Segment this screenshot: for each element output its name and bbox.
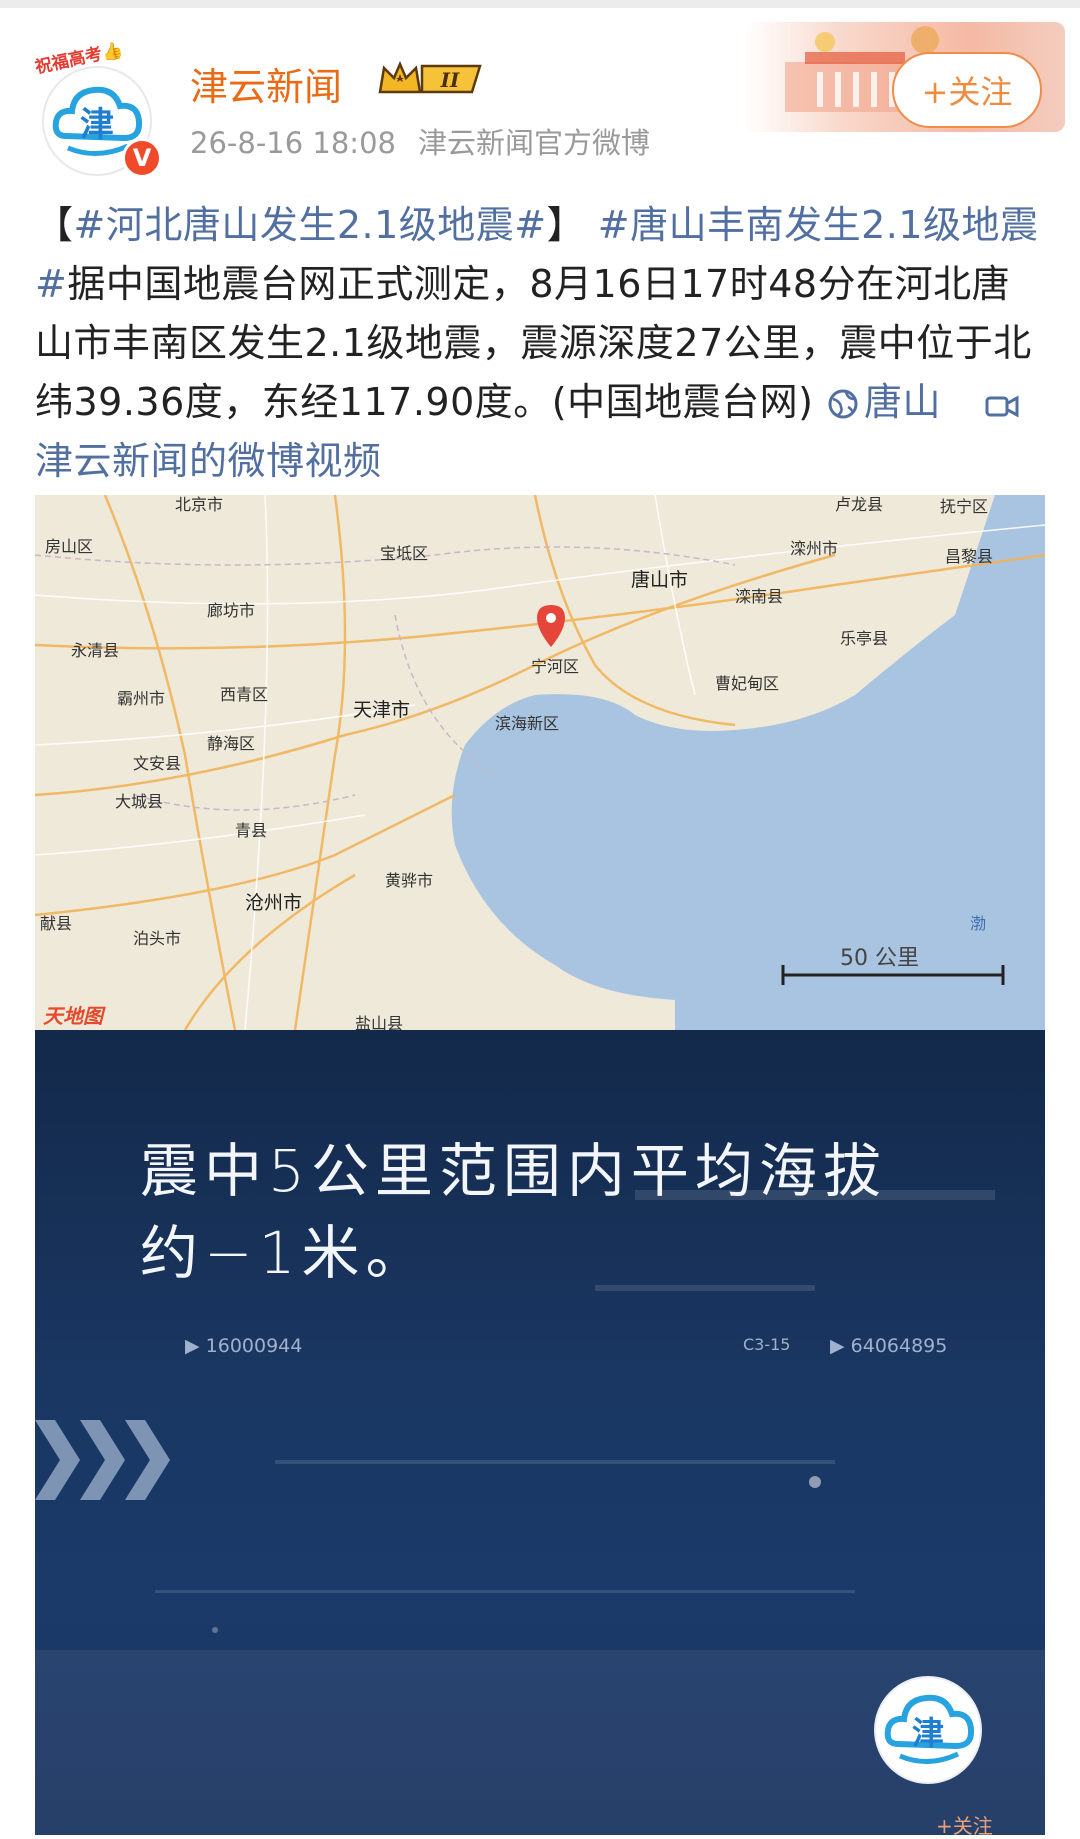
location-link[interactable]: 唐山 <box>826 380 941 424</box>
map-label: 宁河区 <box>531 657 580 676</box>
map-label: 盐山县 <box>355 1014 404 1030</box>
post-meta: 26-8-16 18:08 津云新闻官方微博 <box>190 120 672 162</box>
post-timestamp: 26-8-16 18:08 <box>190 126 396 160</box>
map-label: 滦州市 <box>790 539 839 558</box>
map-label: 滨海新区 <box>495 714 560 733</box>
map-label: 房山区 <box>45 537 94 556</box>
map-label: 北京市 <box>175 495 224 514</box>
map-label: 唐山市 <box>631 569 689 591</box>
video-code-mid: C3-15 <box>743 1335 791 1354</box>
level-label: II <box>440 68 460 92</box>
status-strip <box>0 0 1080 8</box>
video-caption: 震中5公里范围内平均海拔约−1米。 <box>140 1137 887 1287</box>
post-source[interactable]: 津云新闻官方微博 <box>418 126 650 160</box>
video-code-right: ▶ 64064895 <box>830 1335 948 1357</box>
chevron-right-icon <box>35 1420 170 1500</box>
scale-label: 50 公里 <box>840 946 919 971</box>
map-label: 文安县 <box>133 754 182 773</box>
map-label: 曹妃甸区 <box>715 674 780 693</box>
map-label: 献县 <box>40 914 73 933</box>
map-label: 大城县 <box>115 792 164 811</box>
map-label: 卢龙县 <box>835 495 884 514</box>
svg-text:津: 津 <box>912 1714 944 1752</box>
follow-button[interactable]: +关注 <box>892 52 1042 128</box>
map-label: 永清县 <box>71 641 120 660</box>
map-label: 沧州市 <box>245 892 303 914</box>
bracket-open: 【 <box>35 203 74 247</box>
map-label: 宝坻区 <box>380 544 429 563</box>
map-label: 乐亭县 <box>840 629 889 648</box>
cloud-logo-icon: 津 <box>884 1694 975 1764</box>
map-image[interactable]: 北京市 卢龙县 抚宁区 房山区 宝坻区 滦州市 昌黎县 唐山市 廊坊市 滦南县 … <box>35 495 1045 1030</box>
location-label: 唐山 <box>864 380 942 424</box>
topic-link-1[interactable]: #河北唐山发生2.1级地震# <box>74 203 547 247</box>
map-label: 霸州市 <box>117 689 166 708</box>
map-label: 黄骅市 <box>385 871 434 890</box>
account-name[interactable]: 津云新闻 <box>190 56 342 111</box>
location-globe-icon <box>828 389 858 419</box>
bracket-close: 】 <box>546 203 586 247</box>
map-label: 西青区 <box>220 685 269 704</box>
video-code-left: ▶ 16000944 <box>185 1335 303 1357</box>
video-camera-icon <box>985 395 1019 418</box>
map-label: 抚宁区 <box>940 497 989 516</box>
video-link-label: 津云新闻的微博视频 <box>35 439 382 483</box>
post-body: 【#河北唐山发生2.1级地震#】 #唐山丰南发生2.1级地震#据中国地震台网正式… <box>35 196 1045 491</box>
map-label: 滦南县 <box>735 587 784 606</box>
map-label: 渤 <box>970 914 987 933</box>
floating-account-logo[interactable]: 津 <box>876 1678 980 1782</box>
avatar[interactable]: 祝福高考👍 津 V <box>33 26 162 178</box>
verified-badge-icon: V <box>122 138 162 178</box>
map-label: 廊坊市 <box>207 601 256 620</box>
post-header: 祝福高考👍 津 V 津云新闻 II 26-8-16 18:08 津云新闻官方微博 … <box>0 8 1080 178</box>
svg-text:津: 津 <box>80 105 114 145</box>
map-provider-logo: 天地图 <box>43 1004 103 1028</box>
map-label: 昌黎县 <box>945 547 994 566</box>
map-label: 泊头市 <box>133 929 182 948</box>
member-crown-icon: II <box>378 60 482 94</box>
map-label: 天津市 <box>353 699 411 721</box>
map-label: 青县 <box>235 821 268 840</box>
map-label: 静海区 <box>207 734 256 753</box>
